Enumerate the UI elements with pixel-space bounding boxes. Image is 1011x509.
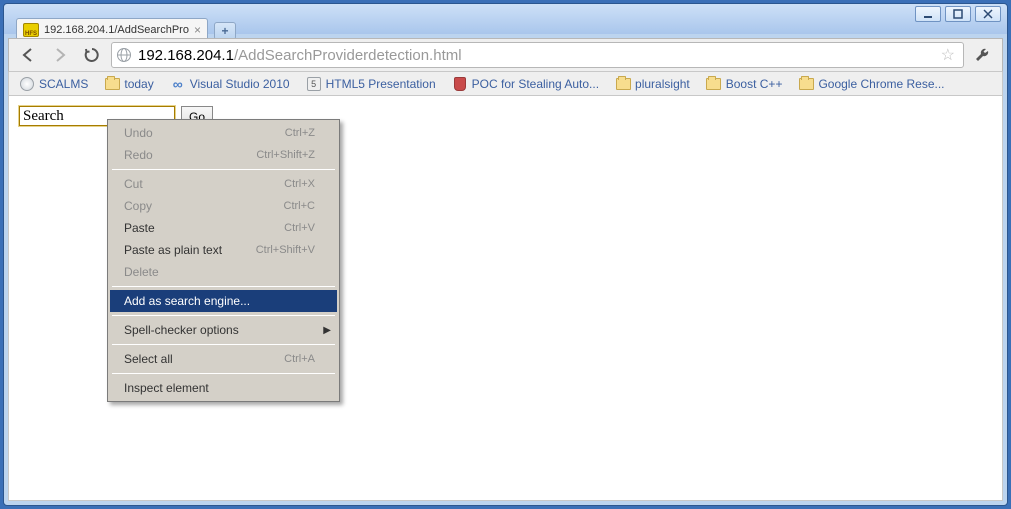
submenu-arrow-icon: ▶: [323, 325, 331, 336]
folder-icon: [706, 76, 722, 92]
menu-item-shortcut: Ctrl+Shift+Z: [256, 149, 315, 161]
menu-item[interactable]: Paste as plain text Ctrl+Shift+V: [110, 239, 337, 261]
menu-separator: [112, 169, 335, 170]
menu-item-label: Undo: [124, 126, 153, 140]
menu-item-label: Paste: [124, 221, 155, 235]
tab-strip: 192.168.204.1/AddSearchPro × +: [16, 16, 995, 40]
bookmark-label: today: [124, 77, 153, 91]
menu-item-shortcut: Ctrl+V: [284, 222, 315, 234]
menu-item-shortcut: Ctrl+Shift+V: [256, 244, 315, 256]
menu-separator: [112, 373, 335, 374]
bookmark-item[interactable]: today: [98, 74, 159, 94]
menu-item-label: Select all: [124, 352, 173, 366]
shield-icon: [452, 76, 468, 92]
url-path: /AddSearchProviderdetection.html: [234, 47, 462, 64]
menu-item-shortcut: Ctrl+A: [284, 353, 315, 365]
settings-wrench-icon[interactable]: [970, 42, 996, 68]
inf-icon: ∞: [170, 76, 186, 92]
folder-icon: [798, 76, 814, 92]
menu-item-label: Redo: [124, 148, 153, 162]
folder-icon: [615, 76, 631, 92]
menu-item[interactable]: Select all Ctrl+A: [110, 348, 337, 370]
bookmarks-bar: SCALMS today ∞ Visual Studio 2010 5 HTML5 Pre…: [8, 72, 1003, 96]
context-menu: UndoCtrl+ZRedoCtrl+Shift+ZCutCtrl+XCopyC…: [107, 119, 340, 402]
bookmark-item[interactable]: POC for Stealing Auto...: [446, 74, 605, 94]
bookmark-label: Visual Studio 2010: [190, 77, 290, 91]
tab-close-icon[interactable]: ×: [194, 24, 201, 36]
menu-item: Redo Ctrl+Shift+Z: [110, 144, 337, 166]
bookmark-label: POC for Stealing Auto...: [472, 77, 599, 91]
bookmark-item[interactable]: Boost C++: [700, 74, 789, 94]
menu-item-shortcut: Ctrl+C: [284, 200, 315, 212]
favicon-icon: [23, 23, 39, 37]
menu-item-label: Delete: [124, 265, 159, 279]
forward-button[interactable]: [47, 42, 73, 68]
back-button[interactable]: [15, 42, 41, 68]
bookmark-item[interactable]: 5 HTML5 Presentation: [300, 74, 442, 94]
browser-tab[interactable]: 192.168.204.1/AddSearchPro ×: [16, 18, 208, 40]
five-icon: 5: [306, 76, 322, 92]
menu-item: Undo Ctrl+Z: [110, 122, 337, 144]
bookmark-item[interactable]: ∞ Visual Studio 2010: [164, 74, 296, 94]
address-bar[interactable]: 192.168.204.1/AddSearchProviderdetection…: [111, 42, 964, 68]
menu-item-shortcut: Ctrl+X: [284, 178, 315, 190]
nav-toolbar: 192.168.204.1/AddSearchProviderdetection…: [8, 38, 1003, 72]
bookmark-label: HTML5 Presentation: [326, 77, 436, 91]
bookmark-label: Google Chrome Rese...: [818, 77, 944, 91]
bookmark-label: Boost C++: [726, 77, 783, 91]
globe-icon: [19, 76, 35, 92]
menu-item[interactable]: Add as search engine...: [110, 290, 337, 312]
menu-separator: [112, 286, 335, 287]
bookmark-item[interactable]: SCALMS: [13, 74, 94, 94]
bookmark-item[interactable]: Google Chrome Rese...: [792, 74, 950, 94]
menu-item-label: Inspect element: [124, 381, 209, 395]
menu-item-label: Cut: [124, 177, 143, 191]
browser-window: 192.168.204.1/AddSearchPro × + 192.168.2…: [3, 3, 1008, 506]
reload-button[interactable]: [79, 42, 105, 68]
menu-separator: [112, 344, 335, 345]
bookmark-star-icon[interactable]: ☆: [937, 45, 959, 65]
tab-title: 192.168.204.1/AddSearchPro: [44, 24, 189, 36]
menu-item: Delete: [110, 261, 337, 283]
menu-item-label: Paste as plain text: [124, 243, 222, 257]
menu-item-label: Add as search engine...: [124, 294, 250, 308]
folder-icon: [104, 76, 120, 92]
menu-item: Copy Ctrl+C: [110, 195, 337, 217]
menu-item-label: Spell-checker options: [124, 323, 239, 337]
menu-item: Cut Ctrl+X: [110, 173, 337, 195]
menu-item[interactable]: Spell-checker options ▶: [110, 319, 337, 341]
menu-item-shortcut: Ctrl+Z: [285, 127, 315, 139]
url-text: 192.168.204.1/AddSearchProviderdetection…: [138, 47, 931, 64]
site-info-icon[interactable]: [116, 47, 132, 63]
menu-separator: [112, 315, 335, 316]
bookmark-label: SCALMS: [39, 77, 88, 91]
menu-item[interactable]: Inspect element: [110, 377, 337, 399]
bookmark-label: pluralsight: [635, 77, 690, 91]
menu-item-label: Copy: [124, 199, 152, 213]
menu-item[interactable]: Paste Ctrl+V: [110, 217, 337, 239]
bookmark-item[interactable]: pluralsight: [609, 74, 696, 94]
url-host: 192.168.204.1: [138, 47, 234, 64]
